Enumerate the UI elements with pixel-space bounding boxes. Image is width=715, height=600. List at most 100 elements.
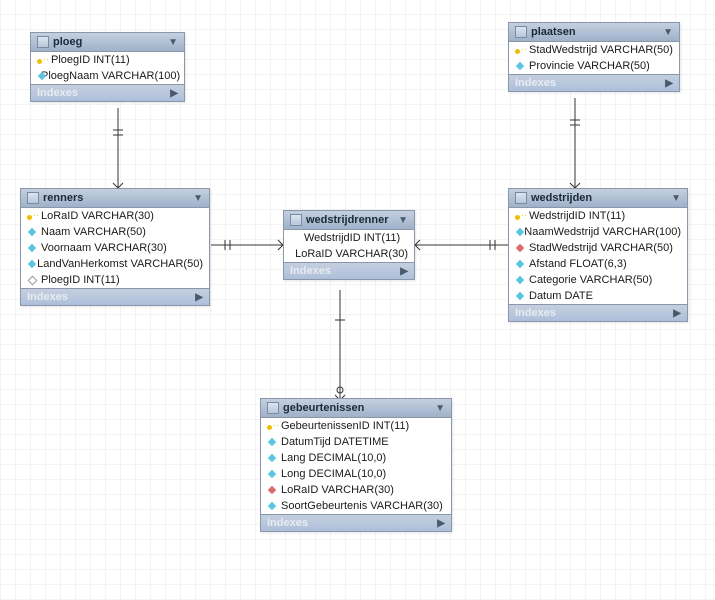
key-icon bbox=[27, 211, 37, 221]
column-text: LoRaID VARCHAR(30) bbox=[295, 248, 408, 260]
column-text: StadWedstrijd VARCHAR(50) bbox=[529, 44, 673, 56]
column-text: Long DECIMAL(10,0) bbox=[281, 468, 386, 480]
diamond-blue-icon bbox=[515, 275, 525, 285]
table-header[interactable]: wedstrijdrenner ▼ bbox=[284, 211, 414, 230]
column-text: Lang DECIMAL(10,0) bbox=[281, 452, 386, 464]
column-row: LandVanHerkomst VARCHAR(50) bbox=[21, 256, 209, 272]
table-ploeg[interactable]: ploeg ▼ PloegID INT(11) PloegNaam VARCHAR… bbox=[30, 32, 185, 102]
table-gebeurtenissen[interactable]: gebeurtenissen ▼ GebeurtenissenID INT(11… bbox=[260, 398, 452, 532]
expand-icon: ▶ bbox=[195, 292, 203, 303]
column-row: NaamWedstrijd VARCHAR(100) bbox=[509, 224, 687, 240]
column-row: Categorie VARCHAR(50) bbox=[509, 272, 687, 288]
table-title: gebeurtenissen bbox=[283, 402, 364, 414]
column-row: DatumTijd DATETIME bbox=[261, 434, 451, 450]
column-row: LoRaID VARCHAR(30) bbox=[21, 208, 209, 224]
collapse-icon[interactable]: ▼ bbox=[398, 215, 408, 226]
table-columns: StadWedstrijd VARCHAR(50) Provincie VARCH… bbox=[509, 42, 679, 74]
column-text: WedstrijdID INT(11) bbox=[304, 232, 400, 244]
collapse-icon[interactable]: ▼ bbox=[168, 37, 178, 48]
diamond-blue-icon bbox=[515, 291, 525, 301]
table-plaatsen[interactable]: plaatsen ▼ StadWedstrijd VARCHAR(50) Prov… bbox=[508, 22, 680, 92]
column-row: Naam VARCHAR(50) bbox=[21, 224, 209, 240]
column-text: PloegID INT(11) bbox=[41, 274, 120, 286]
collapse-icon[interactable]: ▼ bbox=[671, 193, 681, 204]
column-text: Categorie VARCHAR(50) bbox=[529, 274, 652, 286]
expand-icon: ▶ bbox=[170, 88, 178, 99]
table-wedstrijdrenner[interactable]: wedstrijdrenner ▼ WedstrijdID INT(11) LoR… bbox=[283, 210, 415, 280]
table-icon bbox=[515, 26, 527, 38]
column-text: Afstand FLOAT(6,3) bbox=[529, 258, 627, 270]
column-row: GebeurtenissenID INT(11) bbox=[261, 418, 451, 434]
table-icon bbox=[27, 192, 39, 204]
column-text: Naam VARCHAR(50) bbox=[41, 226, 146, 238]
column-text: Datum DATE bbox=[529, 290, 593, 302]
column-row: Provincie VARCHAR(50) bbox=[509, 58, 679, 74]
table-columns: LoRaID VARCHAR(30) Naam VARCHAR(50) Voorna… bbox=[21, 208, 209, 288]
column-text: NaamWedstrijd VARCHAR(100) bbox=[524, 226, 681, 238]
column-row: Lang DECIMAL(10,0) bbox=[261, 450, 451, 466]
column-text: DatumTijd DATETIME bbox=[281, 436, 389, 448]
column-text: PloegNaam VARCHAR(100) bbox=[41, 70, 180, 82]
table-renners[interactable]: renners ▼ LoRaID VARCHAR(30) Naam VARCHAR… bbox=[20, 188, 210, 306]
collapse-icon[interactable]: ▼ bbox=[663, 27, 673, 38]
table-icon bbox=[37, 36, 49, 48]
diamond-blue-icon bbox=[267, 501, 277, 511]
column-row: LoRaID VARCHAR(30) bbox=[261, 482, 451, 498]
indexes-row[interactable]: Indexes▶ bbox=[509, 74, 679, 91]
column-text: StadWedstrijd VARCHAR(50) bbox=[529, 242, 673, 254]
table-title: ploeg bbox=[53, 36, 82, 48]
column-row: WedstrijdID INT(11) bbox=[509, 208, 687, 224]
expand-icon: ▶ bbox=[437, 518, 445, 529]
expand-icon: ▶ bbox=[673, 308, 681, 319]
column-text: GebeurtenissenID INT(11) bbox=[281, 420, 409, 432]
diamond-blue-icon bbox=[515, 259, 525, 269]
diamond-blue-icon bbox=[267, 437, 277, 447]
column-text: Provincie VARCHAR(50) bbox=[529, 60, 650, 72]
indexes-row[interactable]: Indexes▶ bbox=[31, 84, 184, 101]
table-header[interactable]: gebeurtenissen ▼ bbox=[261, 399, 451, 418]
table-title: plaatsen bbox=[531, 26, 576, 38]
table-title: renners bbox=[43, 192, 83, 204]
blank-icon bbox=[290, 233, 300, 243]
expand-icon: ▶ bbox=[400, 266, 408, 277]
column-text: LandVanHerkomst VARCHAR(50) bbox=[37, 258, 203, 270]
column-text: WedstrijdID INT(11) bbox=[529, 210, 625, 222]
indexes-row[interactable]: Indexes▶ bbox=[21, 288, 209, 305]
column-row: PloegID INT(11) bbox=[21, 272, 209, 288]
diamond-blue-icon bbox=[27, 259, 33, 269]
column-text: SoortGebeurtenis VARCHAR(30) bbox=[281, 500, 443, 512]
table-title: wedstrijden bbox=[531, 192, 592, 204]
diamond-red-icon bbox=[515, 243, 525, 253]
table-columns: WedstrijdID INT(11) LoRaID VARCHAR(30) bbox=[284, 230, 414, 262]
diamond-blue-icon bbox=[515, 227, 520, 237]
blank-icon bbox=[290, 249, 291, 259]
diamond-blue-icon bbox=[27, 243, 37, 253]
column-text: Voornaam VARCHAR(30) bbox=[41, 242, 167, 254]
table-header[interactable]: renners ▼ bbox=[21, 189, 209, 208]
table-wedstrijden[interactable]: wedstrijden ▼ WedstrijdID INT(11) NaamWed… bbox=[508, 188, 688, 322]
diamond-red-icon bbox=[267, 485, 277, 495]
diamond-blue-icon bbox=[267, 469, 277, 479]
table-columns: WedstrijdID INT(11) NaamWedstrijd VARCHAR… bbox=[509, 208, 687, 304]
table-header[interactable]: plaatsen ▼ bbox=[509, 23, 679, 42]
column-row: PloegNaam VARCHAR(100) bbox=[31, 68, 184, 84]
indexes-row[interactable]: Indexes▶ bbox=[509, 304, 687, 321]
column-row: PloegID INT(11) bbox=[31, 52, 184, 68]
key-icon bbox=[515, 45, 525, 55]
indexes-row[interactable]: Indexes▶ bbox=[261, 514, 451, 531]
column-row: Afstand FLOAT(6,3) bbox=[509, 256, 687, 272]
collapse-icon[interactable]: ▼ bbox=[193, 193, 203, 204]
column-row: Long DECIMAL(10,0) bbox=[261, 466, 451, 482]
diamond-hollow-icon bbox=[27, 275, 37, 285]
diamond-blue-icon bbox=[27, 227, 37, 237]
column-text: LoRaID VARCHAR(30) bbox=[281, 484, 394, 496]
collapse-icon[interactable]: ▼ bbox=[435, 403, 445, 414]
column-row: WedstrijdID INT(11) bbox=[284, 230, 414, 246]
table-header[interactable]: wedstrijden ▼ bbox=[509, 189, 687, 208]
key-icon bbox=[37, 55, 47, 65]
table-columns: PloegID INT(11) PloegNaam VARCHAR(100) bbox=[31, 52, 184, 84]
key-icon bbox=[515, 211, 525, 221]
diamond-blue-icon bbox=[515, 61, 525, 71]
table-header[interactable]: ploeg ▼ bbox=[31, 33, 184, 52]
indexes-row[interactable]: Indexes▶ bbox=[284, 262, 414, 279]
